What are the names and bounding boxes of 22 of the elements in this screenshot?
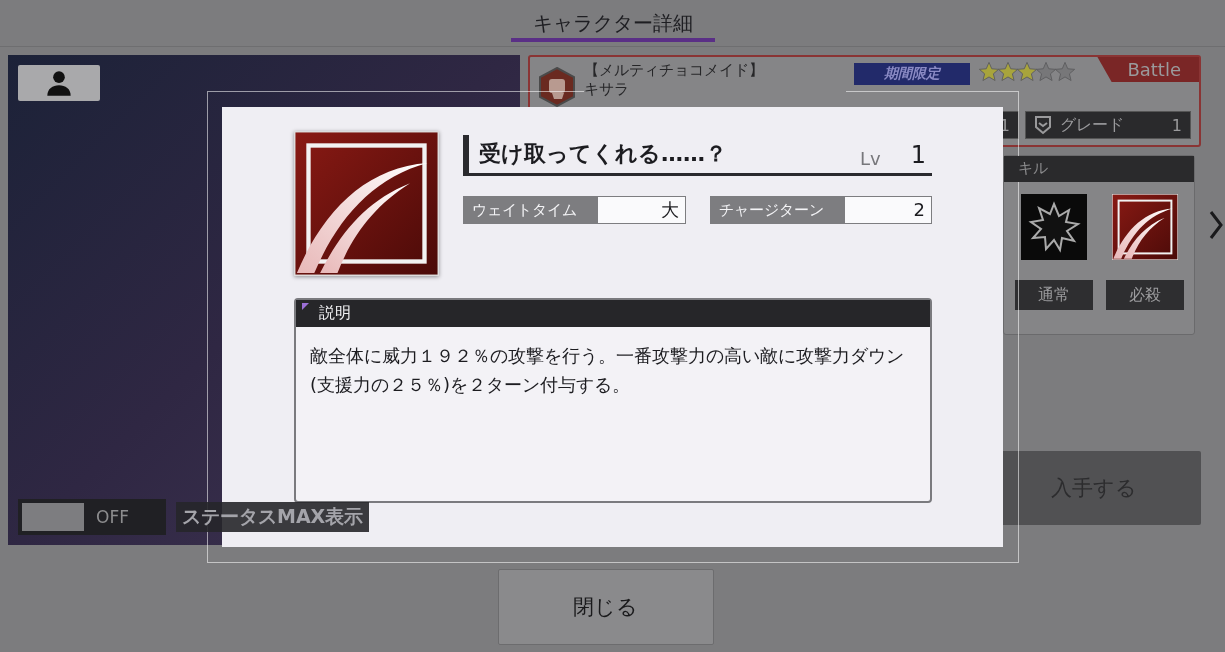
level-label: Lv (860, 148, 881, 169)
grade-value: 1 (1170, 115, 1182, 135)
character-title: 【メルティチョコメイド】 (584, 61, 764, 80)
stat-value: 大 (598, 197, 685, 223)
skill-button[interactable]: 必殺 (1105, 280, 1184, 310)
type-tag: Battle (1097, 57, 1199, 82)
page-title: キャラクター詳細 (510, 0, 715, 42)
stat-value: 2 (844, 197, 931, 223)
level-value: 1 (910, 141, 926, 169)
skill-panel-title: キル (1004, 156, 1194, 182)
description-title: 説明 (319, 303, 351, 324)
character-name: キサラ (584, 80, 629, 99)
grade-label: グレード (1059, 114, 1124, 136)
skill-button[interactable]: 通常 (1014, 280, 1093, 310)
toggle-caption: ステータスMAX表示 (176, 502, 370, 532)
stat-label: チャージターン (710, 197, 845, 223)
toggle-switch[interactable]: OFF (18, 499, 166, 535)
description-text: 敵全体に威力１９２％の攻撃を行う。一番攻撃力の高い敵に攻撃力ダウン(支援力の２５％)を２ターン付与する。 (309, 344, 905, 397)
close-button[interactable]: 閉じる (497, 569, 714, 645)
skill-name: 受け取ってくれる……？ (479, 140, 727, 168)
stat-label: ウェイトタイム (464, 197, 598, 223)
limited-tag: 期間限定 (854, 63, 970, 85)
